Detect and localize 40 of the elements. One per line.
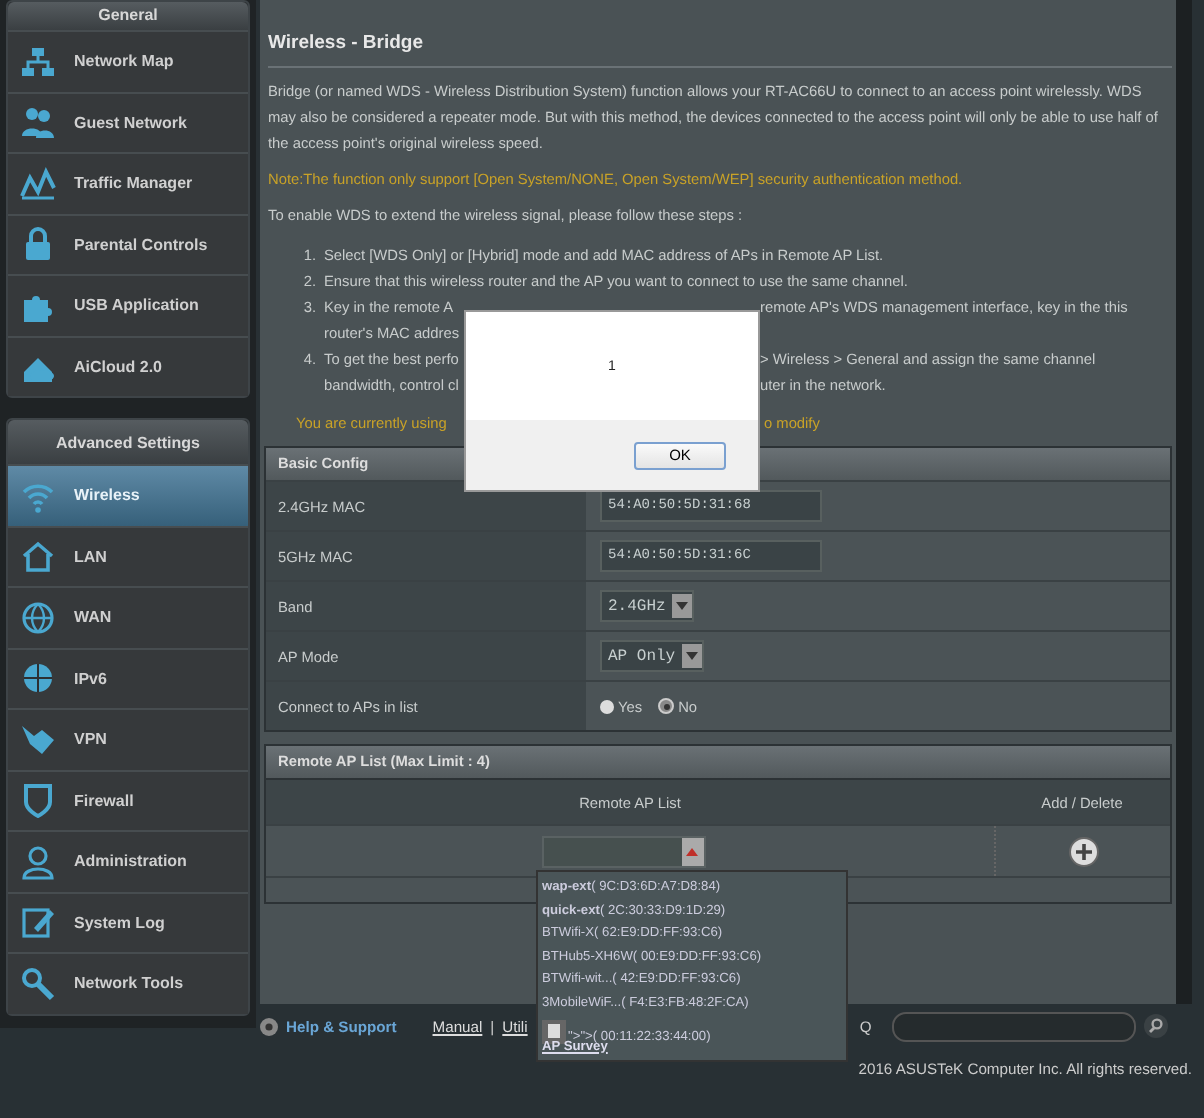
page-title: Wireless - Bridge — [268, 20, 1172, 68]
person-icon — [20, 843, 56, 880]
line-chart-icon — [20, 165, 56, 202]
section-header: General — [8, 2, 248, 30]
lock-icon — [20, 226, 56, 263]
radio-button[interactable] — [658, 698, 675, 714]
caret-up-icon — [686, 847, 698, 855]
sidebar-item[interactable]: Traffic Manager — [8, 152, 248, 213]
caret-icon — [675, 602, 688, 610]
search-field[interactable] — [891, 1011, 1136, 1041]
edit-icon — [20, 904, 56, 941]
radio-button[interactable] — [600, 699, 614, 713]
sidebar-item[interactable]: Wireless — [8, 464, 248, 525]
sidebar-item[interactable]: IPv6 — [8, 647, 248, 708]
sidebar-item[interactable]: System Log — [8, 891, 248, 952]
sidebar-item[interactable]: Network Map — [8, 30, 248, 91]
sidebar-item[interactable]: USB Application — [8, 274, 248, 335]
help-icon — [260, 1017, 278, 1035]
sidebar-item[interactable]: Guest Network — [8, 91, 248, 152]
caret-icon — [685, 652, 698, 660]
section-header: Advanced Settings — [8, 420, 248, 464]
search-icon[interactable] — [1143, 1014, 1168, 1038]
people-icon — [20, 104, 56, 141]
sidebar-item[interactable]: LAN — [8, 525, 248, 586]
select-dropdown[interactable]: AP Only — [600, 640, 704, 672]
select-dropdown[interactable]: 2.4GHz — [600, 590, 694, 622]
house-icon — [20, 538, 56, 575]
sidebar-item[interactable]: AiCloud 2.0 — [8, 335, 248, 396]
sidebar-item[interactable]: WAN — [8, 586, 248, 647]
sidebar-item[interactable]: VPN — [8, 708, 248, 769]
sidebar-item[interactable]: Firewall — [8, 769, 248, 830]
wrench-icon — [20, 965, 56, 1002]
shield-icon — [20, 782, 56, 819]
sidebar-item[interactable]: Network Tools — [8, 952, 248, 1013]
add-icon[interactable] — [1067, 835, 1099, 867]
document-icon — [542, 1019, 566, 1044]
mac-input-field[interactable] — [541, 835, 705, 867]
network-icon — [20, 43, 56, 80]
sidebar-item[interactable]: Parental Controls — [8, 213, 248, 274]
sidebar-item[interactable]: Administration — [8, 830, 248, 891]
